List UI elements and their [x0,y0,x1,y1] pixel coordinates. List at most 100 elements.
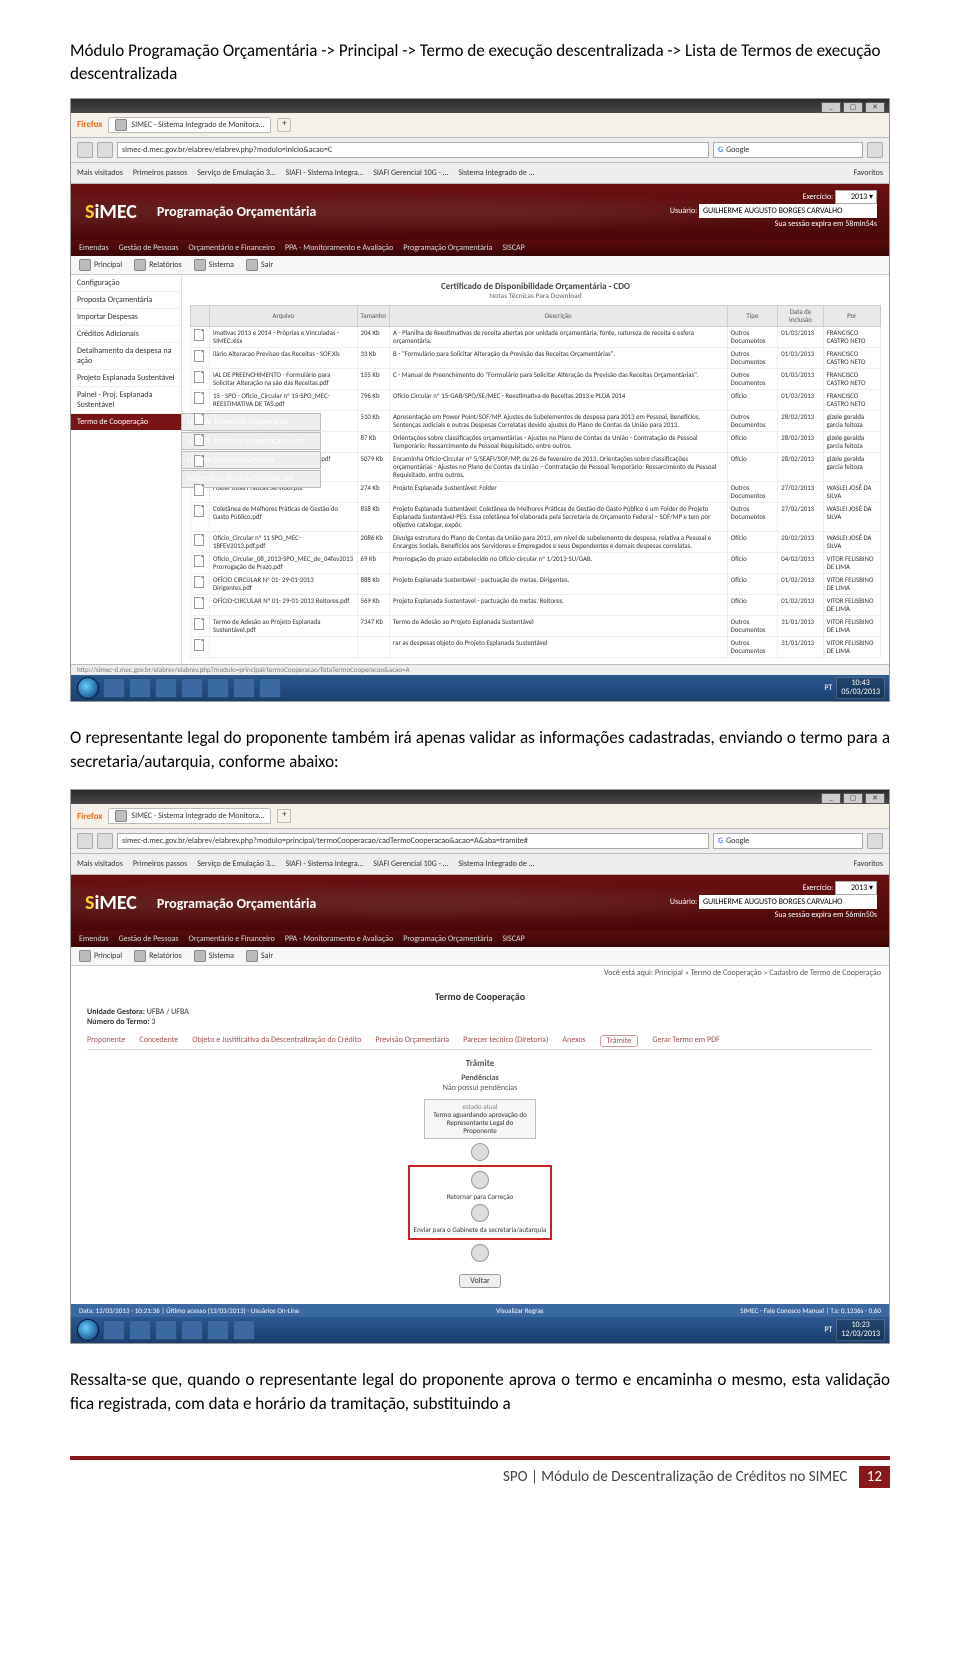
sidebar-item[interactable]: Projeto Esplanada Sustentável [71,370,181,387]
most-visited-label[interactable]: Mais visitados [77,859,123,869]
bookmark[interactable]: Serviço de Emulação 3… [197,859,275,869]
taskbar-icon[interactable] [103,678,125,698]
coop-tab[interactable]: Concedente [139,1035,178,1047]
table-row[interactable]: IAL DE PREENCHIMENTO - Formulário para S… [191,368,881,389]
bookmark[interactable]: SIAFI Gerencial 10G - … [373,859,448,869]
bookmark[interactable]: Primeiros passos [133,168,187,178]
forward-button[interactable] [97,142,113,158]
search-box[interactable]: GGoogle [713,142,863,158]
favorites-link[interactable]: Favoritos [854,859,884,869]
bookmark[interactable]: Sistema Integrado de … [458,859,534,869]
top-tab[interactable]: Programação Orçamentária [403,934,492,944]
sidebar-item[interactable]: Detalhamento da despesa na ação [71,343,181,370]
taskbar-icon[interactable] [103,1320,125,1340]
coop-tab[interactable]: Previsão Orçamentária [375,1035,449,1047]
simec-logo[interactable]: SiMEC [85,200,137,224]
url-input[interactable]: simec-d.mec.gov.br/elabrev/elabrev.php?m… [117,833,709,849]
firefox-label[interactable]: Firefox [77,811,102,822]
taskbar-icon[interactable] [129,678,151,698]
new-tab-button[interactable]: + [277,118,291,132]
taskbar-icon[interactable] [259,678,281,698]
top-tab[interactable]: SISCAP [502,934,524,944]
window-maximize[interactable]: ▢ [843,793,863,804]
browser-tab[interactable]: SIMEC - Sistema Integrado de Monitora… [108,808,271,824]
top-tab[interactable]: Gestão de Pessoas [119,243,179,253]
taskbar-icon[interactable] [155,1320,177,1340]
tray-clock[interactable]: 10:4305/03/2013 [836,677,885,699]
tool-principal[interactable]: Principal [79,950,122,962]
forward-button[interactable] [97,833,113,849]
taskbar-icon[interactable] [233,678,255,698]
window-minimize[interactable]: _ [821,102,841,113]
start-button[interactable] [77,1319,99,1341]
window-minimize[interactable]: _ [821,793,841,804]
window-close[interactable]: ✕ [865,793,885,804]
taskbar-icon[interactable] [181,678,203,698]
tool-relatorios[interactable]: Relatórios [134,950,182,962]
top-tab[interactable]: Programação Orçamentária [403,243,492,253]
firefox-label[interactable]: Firefox [77,119,102,130]
action-retornar[interactable]: Retornar para Correção [447,1192,514,1201]
bookmark[interactable]: SIAFI Gerencial 10G - … [373,168,448,178]
url-input[interactable]: simec-d.mec.gov.br/elabrev/elabrev.php?m… [117,142,709,158]
top-tab[interactable]: SISCAP [502,243,524,253]
tool-sair[interactable]: Sair [246,950,273,962]
bookmark[interactable]: SIAFI - Sistema Integra… [285,168,363,178]
sidebar-item[interactable]: Proposta Orçamentária [71,292,181,309]
table-row[interactable]: imativas 2013 e 2014 - Próprias e Vincul… [191,326,881,347]
table-row[interactable]: Coletânea de Melhores Práticas de Gestão… [191,502,881,531]
footer-mid[interactable]: Visualizar Regras [496,1306,543,1315]
taskbar-icon[interactable] [207,1320,229,1340]
bookmark[interactable]: SIAFI - Sistema Integra… [285,859,363,869]
sidebar-item[interactable]: Painel - Proj. Esplanada Sustentável [71,387,181,414]
bookmark[interactable]: Primeiros passos [133,859,187,869]
table-row[interactable]: OFÍCIO CIRCULAR Nº 01- 29-01-2013 Dirige… [191,573,881,594]
top-tab[interactable]: Orçamentário e Financeiro [189,934,275,944]
exercicio-select[interactable]: 2013 ▾ [835,190,877,204]
top-tab[interactable]: PPA - Monitoramento e Avaliação [285,934,393,944]
tool-sair[interactable]: Sair [246,259,273,271]
table-row[interactable]: Termo de Adesão ao Projeto Esplanada Sus… [191,615,881,636]
home-button[interactable] [867,142,883,158]
coop-tab-active[interactable]: Trâmite [600,1035,639,1047]
table-row[interactable]: rar as despesas objeto do Projeto Esplan… [191,636,881,657]
browser-tab[interactable]: SIMEC - Sistema Integrado de Monitora… [108,117,271,133]
exercicio-select[interactable]: 2013 ▾ [835,881,877,895]
tray-lang[interactable]: PT [824,1325,832,1335]
table-row[interactable]: Ofício_Circular_08_2013-SPO_MEC_de_04fev… [191,552,881,573]
bookmark[interactable]: Serviço de Emulação 3… [197,168,275,178]
taskbar-icon[interactable] [233,1320,255,1340]
sidebar-item[interactable]: Importar Despesas [71,309,181,326]
simec-logo[interactable]: SiMEC [85,891,137,915]
top-tab[interactable]: Gestão de Pessoas [119,934,179,944]
start-button[interactable] [77,677,99,699]
taskbar-icon[interactable] [181,1320,203,1340]
sidebar-item[interactable]: Créditos Adicionais [71,326,181,343]
back-button[interactable] [77,833,93,849]
coop-tab[interactable]: Parecer técnico (Diretoria) [463,1035,548,1047]
search-box[interactable]: GGoogle [713,833,863,849]
sidebar-item-active[interactable]: Termo de Cooperação Lista de Termos de C… [71,414,181,430]
coop-tab[interactable]: Objeto e Justificativa da Descentralizaç… [192,1035,361,1047]
tray-clock[interactable]: 10:2312/03/2013 [836,1319,885,1341]
table-row[interactable]: ilário Alteracao Previsao das Receitas -… [191,347,881,368]
home-button[interactable] [867,833,883,849]
favorites-link[interactable]: Favoritos [854,168,884,178]
window-close[interactable]: ✕ [865,102,885,113]
tool-sistema[interactable]: Sistema [194,259,234,271]
sidebar-item[interactable]: Configuração [71,275,181,292]
tray-lang[interactable]: PT [824,683,832,693]
top-tab[interactable]: Emendas [79,243,109,253]
tool-principal[interactable]: Principal [79,259,122,271]
taskbar-icon[interactable] [207,678,229,698]
table-row[interactable]: OFÍCIO-CIRCULAR Nº 01- 29-01-2013 Reitor… [191,594,881,615]
taskbar-icon[interactable] [129,1320,151,1340]
voltar-button[interactable]: Voltar [459,1274,500,1288]
tool-sistema[interactable]: Sistema [194,950,234,962]
top-tab[interactable]: Emendas [79,934,109,944]
most-visited-label[interactable]: Mais visitados [77,168,123,178]
table-row[interactable]: 15 - SPO - Oficio_Circular nº 15-SPO_MEC… [191,389,881,410]
coop-tab[interactable]: Proponente [87,1035,125,1047]
window-maximize[interactable]: ▢ [843,102,863,113]
action-enviar[interactable]: Enviar para o Gabinete da secretaria/aut… [414,1225,547,1234]
